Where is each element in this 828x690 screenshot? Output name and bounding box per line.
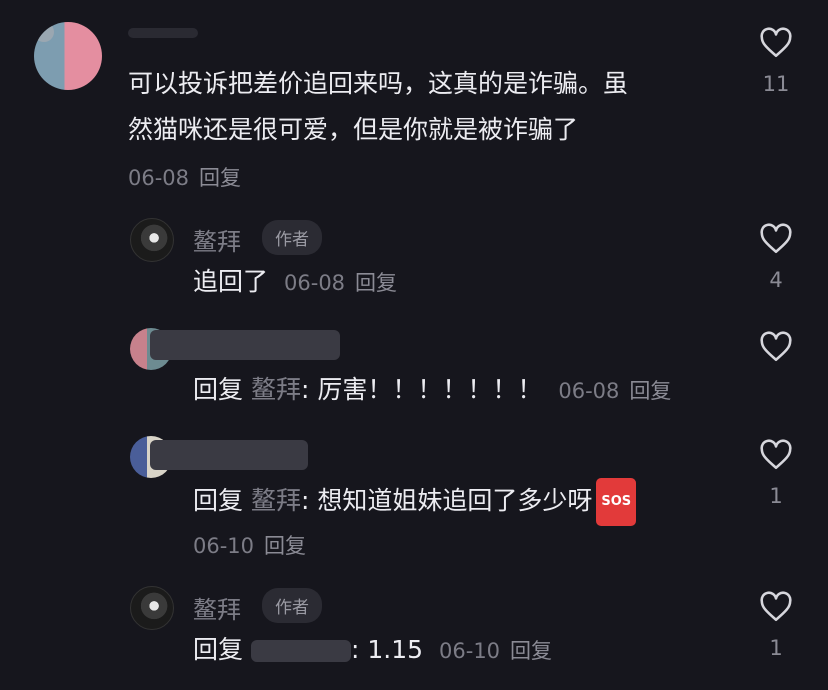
like-count: 11 (762, 72, 790, 96)
reply-author-name[interactable]: 鳌拜 (193, 590, 241, 625)
reply-date: 06-10 (439, 639, 501, 663)
reply-button[interactable]: 回复 (355, 271, 397, 295)
like-count: 1 (769, 636, 783, 660)
reply-content: 追回了 (193, 267, 269, 296)
comment-meta: 06-08 回复 (128, 162, 241, 192)
like-count: 4 (769, 268, 783, 292)
reply-date: 06-10 (193, 534, 255, 558)
reply-date: 06-08 (284, 271, 346, 295)
reply-text: 追回了 06-08 回复 (193, 262, 397, 303)
author-avatar[interactable] (130, 586, 174, 630)
author-avatar[interactable] (130, 218, 174, 262)
heart-icon[interactable] (759, 223, 793, 255)
reply-content: : 1.15 (350, 635, 424, 664)
sos-emoji-icon: SOS (596, 478, 637, 526)
heart-icon[interactable] (759, 331, 793, 363)
commenter-name-blurred[interactable] (128, 28, 198, 38)
reply-author-name[interactable]: 鳌拜 (193, 222, 241, 257)
comment-text-line1: 可以投诉把差价追回来吗，这真的是诈骗。虽 (128, 69, 629, 98)
reply-content: 想知道姐妹追回了多少呀 (309, 486, 593, 515)
comment-date: 06-08 (128, 166, 190, 190)
commenter-avatar[interactable] (34, 22, 102, 90)
author-badge: 作者 (262, 588, 322, 623)
reply-text: 回复 鳌拜: 想知道姐妹追回了多少呀 SOS (193, 478, 637, 526)
reply-mention[interactable]: 鳌拜 (251, 375, 301, 404)
reply-name-blurred[interactable] (150, 440, 308, 470)
author-badge: 作者 (262, 220, 322, 255)
reply-prefix: 回复 (193, 375, 244, 404)
heart-icon[interactable] (759, 27, 793, 59)
reply-prefix: 回复 (193, 486, 244, 515)
comment-text-line2: 然猫咪还是很可爱，但是你就是被诈骗了 (128, 115, 579, 144)
like-count: 1 (769, 484, 783, 508)
reply-button[interactable]: 回复 (264, 534, 306, 558)
mention-blurred[interactable] (250, 640, 351, 662)
reply-content: 厉害！！！！！！！ (309, 375, 543, 404)
heart-icon[interactable] (759, 591, 793, 623)
reply-button[interactable]: 回复 (629, 379, 671, 403)
reply-meta: 06-10 回复 (193, 530, 306, 560)
reply-date: 06-08 (558, 379, 620, 403)
comment-reply-button[interactable]: 回复 (199, 166, 241, 190)
reply-mention[interactable]: 鳌拜 (251, 486, 301, 515)
heart-icon[interactable] (759, 439, 793, 471)
reply-text: 回复 : 1.15 06-10 回复 (193, 630, 552, 671)
reply-text: 回复 鳌拜: 厉害！！！！！！！ 06-08 回复 (193, 370, 671, 411)
reply-button[interactable]: 回复 (510, 639, 552, 663)
reply-name-blurred[interactable] (150, 330, 340, 360)
reply-prefix: 回复 (193, 635, 244, 664)
